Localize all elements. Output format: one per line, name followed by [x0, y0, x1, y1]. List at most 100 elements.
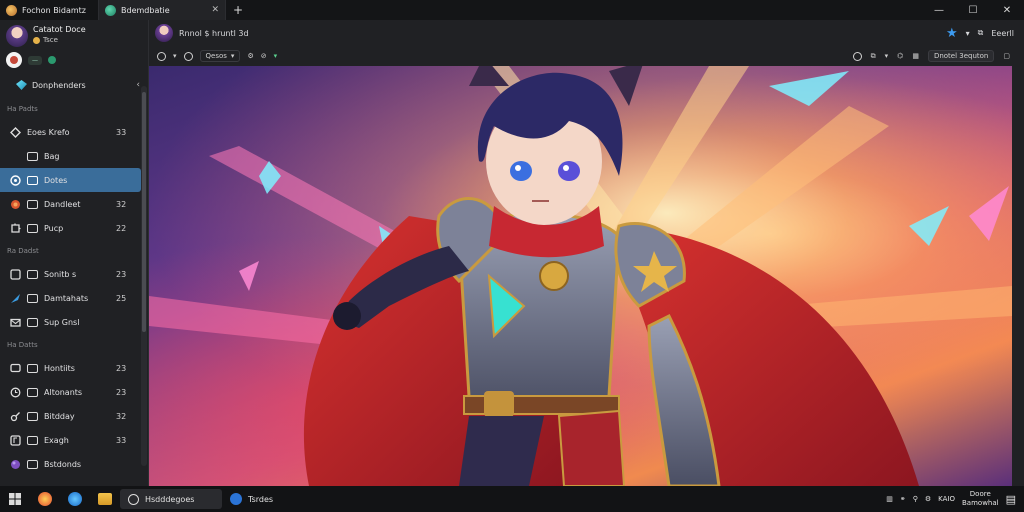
blank-icon	[9, 150, 21, 162]
sidebar-item-count: 22	[116, 223, 127, 233]
folder-icon	[27, 199, 38, 209]
tab-active[interactable]: Bdemdbatie ✕	[98, 0, 226, 20]
sidebar-item-count: 32	[116, 411, 127, 421]
content-scrollbar[interactable]	[1012, 66, 1024, 486]
browser-taskbar-icon[interactable]	[30, 486, 60, 512]
status-badge: —	[28, 55, 42, 65]
grid-icon[interactable]: ▥	[886, 495, 893, 503]
spaces-selector[interactable]: Donphenders ‹	[0, 72, 148, 98]
link-icon	[9, 410, 21, 422]
sidebar-item[interactable]: Pucp 22	[0, 216, 148, 240]
tab-favicon-icon	[6, 4, 17, 16]
section-title: Ra Dadst	[7, 247, 39, 255]
account-row[interactable]: —	[0, 50, 148, 70]
zoom-chip[interactable]: Dnotel 3equton	[927, 50, 995, 62]
taskbar-app-active[interactable]: Hsdddegoes	[120, 489, 222, 509]
app-icon	[230, 493, 242, 505]
folder-icon	[27, 317, 38, 327]
chevron-down-icon[interactable]: ▾	[966, 29, 970, 38]
start-button[interactable]	[0, 486, 30, 512]
sidebar-item-count: 23	[116, 387, 127, 397]
planet-icon	[9, 458, 21, 470]
folder-icon	[27, 387, 38, 397]
header-right-label[interactable]: Eeerll	[991, 29, 1014, 38]
sidebar-item[interactable]: Bag	[0, 144, 148, 168]
sidebar-item-count: 32	[116, 199, 127, 209]
header-avatar[interactable]	[155, 24, 173, 42]
online-dot-icon	[48, 56, 56, 64]
maximize-button[interactable]: ☐	[956, 0, 990, 20]
chevron-down-icon[interactable]: ▾	[173, 52, 177, 60]
grid-icon[interactable]: ▦	[912, 52, 919, 60]
clock-icon	[9, 386, 21, 398]
sidebar-item[interactable]: Sonitb s 23	[0, 262, 148, 286]
collapse-chevron-icon[interactable]: ‹	[136, 80, 140, 90]
sidebar-item[interactable]: Damtahats 25	[0, 286, 148, 310]
coin-icon	[33, 36, 40, 44]
account-icon	[6, 52, 22, 68]
folder-icon	[27, 293, 38, 303]
sidebar-item-label: Sup Gnsl	[44, 317, 80, 327]
settings-icon[interactable]: ⚙	[925, 495, 931, 503]
section-title: Ha Datts	[7, 341, 38, 349]
link-icon[interactable]: ⊘	[261, 52, 267, 60]
star-icon[interactable]: ★	[946, 26, 958, 41]
folder-icon	[27, 223, 38, 233]
circle-icon[interactable]	[157, 51, 166, 61]
sidebar-item[interactable]: Eoes Krefo 33	[0, 120, 148, 144]
content-header: Rnnol $ hruntl 3d ★ ▾ ⧉ Eeerll	[149, 20, 1024, 46]
sidebar-item[interactable]: Dandleet 32	[0, 192, 148, 216]
dropdown-value: Qesos	[205, 52, 227, 60]
tray-label[interactable]: KAIO	[938, 495, 955, 503]
folder-icon	[27, 175, 38, 185]
sidebar-item-active[interactable]: Dotes	[0, 168, 141, 192]
taskbar-app-label: Hsdddegoes	[145, 494, 195, 504]
folder-icon	[27, 363, 38, 373]
bookmark-icon[interactable]: ⧉	[871, 52, 876, 61]
notification-icon[interactable]: ▤	[1006, 493, 1016, 506]
sidebar-item[interactable]: Altonants 23	[0, 380, 148, 404]
sidebar-item[interactable]: Sup Gnsl	[0, 310, 148, 334]
anime-hero-illustration	[149, 66, 1012, 486]
copy-icon[interactable]: ⧉	[978, 28, 984, 38]
folder-icon	[27, 435, 38, 445]
clock[interactable]: Doore Bamowhal	[962, 490, 999, 508]
taskbar-app[interactable]: Tsrdes	[222, 489, 322, 509]
clock-time: Doore	[969, 490, 991, 498]
new-tab-button[interactable]: +	[226, 0, 250, 20]
edge-taskbar-icon[interactable]	[60, 486, 90, 512]
files-taskbar-icon[interactable]	[90, 486, 120, 512]
minimize-button[interactable]: —	[922, 0, 956, 20]
share-icon[interactable]: ⚲	[913, 495, 918, 503]
close-window-button[interactable]: ✕	[990, 0, 1024, 20]
record-icon[interactable]	[852, 51, 862, 61]
sidebar-item[interactable]: Bstdonds	[0, 452, 148, 476]
chevron-down-icon[interactable]: ▾	[885, 52, 889, 60]
sidebar-item-label: Hontiits	[44, 363, 75, 373]
refresh-icon[interactable]	[183, 51, 193, 61]
settings-icon[interactable]: ⚙	[247, 52, 253, 60]
square-icon[interactable]: ▢	[1003, 52, 1010, 60]
sidebar-item-count: 23	[116, 269, 127, 279]
sidebar-item-label: Damtahats	[44, 293, 89, 303]
sidebar-scroll-thumb[interactable]	[142, 92, 146, 332]
sidebar-item[interactable]: Hontiits 23	[0, 356, 148, 380]
window-controls: — ☐ ✕	[922, 0, 1024, 20]
system-tray: ▥ ⚭ ⚲ ⚙ KAIO Doore Bamowhal ▤	[886, 490, 1024, 508]
sidebar-item[interactable]: Exagh 33	[0, 428, 148, 452]
chat-icon	[9, 362, 21, 374]
filter-dropdown[interactable]: Qesos ▾	[199, 50, 241, 62]
sidebar-item-label: Dotes	[44, 175, 68, 185]
share-icon[interactable]: ⌬	[897, 52, 903, 60]
taskbar: Hsdddegoes Tsrdes ▥ ⚭ ⚲ ⚙ KAIO Doore Bam…	[0, 486, 1024, 512]
tab-favicon-icon	[105, 4, 116, 16]
profile-name: Catatot Doce	[33, 25, 86, 34]
link-icon[interactable]: ⚭	[900, 495, 906, 503]
chevron-down-icon[interactable]: ▾	[274, 52, 278, 60]
tab-close-icon[interactable]: ✕	[211, 5, 219, 15]
tab-first[interactable]: Fochon Bidamtz	[0, 0, 98, 20]
avatar[interactable]	[6, 25, 28, 47]
sidebar-item[interactable]: Bitdday 32	[0, 404, 148, 428]
page-title: Rnnol $ hruntl 3d	[179, 28, 249, 38]
profile-card[interactable]: Catatot Doce Tsce	[0, 20, 148, 50]
